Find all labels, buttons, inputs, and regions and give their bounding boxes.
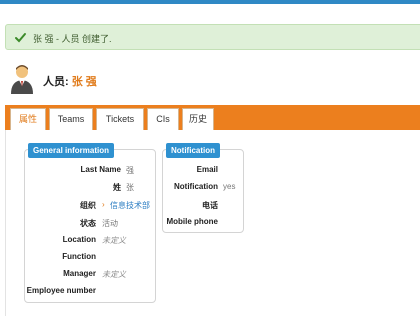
tab-cis[interactable]: CIs (147, 108, 179, 130)
field-label: 组织 (80, 201, 96, 210)
field-label: 电话 (202, 201, 218, 210)
field-last-name: Last Name 强 (24, 165, 156, 177)
field-mobile-phone: Mobile phone (162, 217, 244, 229)
person-label: 人员: (43, 76, 69, 88)
link-bullet-icon: › (102, 200, 105, 209)
tab-history[interactable]: 历史 (182, 108, 214, 130)
field-status: 状态 活动 (24, 218, 156, 230)
top-bar (0, 0, 420, 4)
field-label: Email (196, 165, 218, 174)
field-value: 强 (126, 166, 134, 175)
field-label: 状态 (80, 219, 96, 228)
field-label: Last Name (80, 165, 121, 174)
page-title: 人员: 张 强 (43, 73, 97, 89)
field-label: Employee number (26, 286, 96, 295)
field-label: Location (62, 235, 96, 244)
field-organization: 组织 › 信息技术部 (24, 200, 156, 212)
tab-properties[interactable]: 属性 (10, 108, 46, 131)
field-email: Email (162, 165, 244, 177)
field-label: Manager (63, 269, 96, 278)
alert-message: 张 强 - 人员 创建了. (33, 34, 112, 44)
checkmark-icon (15, 33, 26, 43)
success-alert: 张 强 - 人员 创建了. (5, 24, 420, 50)
tab-tickets[interactable]: Tickets (96, 108, 144, 130)
field-label: 姓 (113, 183, 121, 192)
person-name: 张 强 (71, 76, 97, 88)
notification-legend: Notification (166, 143, 220, 158)
field-employee-number: Employee number (24, 286, 156, 298)
field-manager: Manager 未定义 (24, 269, 156, 281)
field-location: Location 未定义 (24, 235, 156, 247)
field-value: 活动 (102, 219, 118, 228)
field-value: 未定义 (102, 270, 126, 279)
field-label: Function (62, 252, 96, 261)
tab-bar: 属性 Teams Tickets CIs 历史 (5, 105, 420, 131)
field-label: Mobile phone (166, 217, 218, 226)
organization-link[interactable]: 信息技术部 (110, 200, 150, 211)
field-surname: 姓 张 (24, 182, 156, 194)
person-avatar-icon (11, 65, 33, 94)
field-phone: 电话 (162, 200, 244, 212)
field-notification: Notification yes (162, 182, 244, 194)
field-value: 未定义 (102, 236, 126, 245)
general-information-legend: General information (28, 143, 115, 158)
field-value: 张 (126, 183, 134, 192)
field-value: yes (223, 182, 236, 191)
field-label: Notification (174, 182, 218, 191)
field-function: Function (24, 252, 156, 264)
tab-teams[interactable]: Teams (49, 108, 93, 130)
